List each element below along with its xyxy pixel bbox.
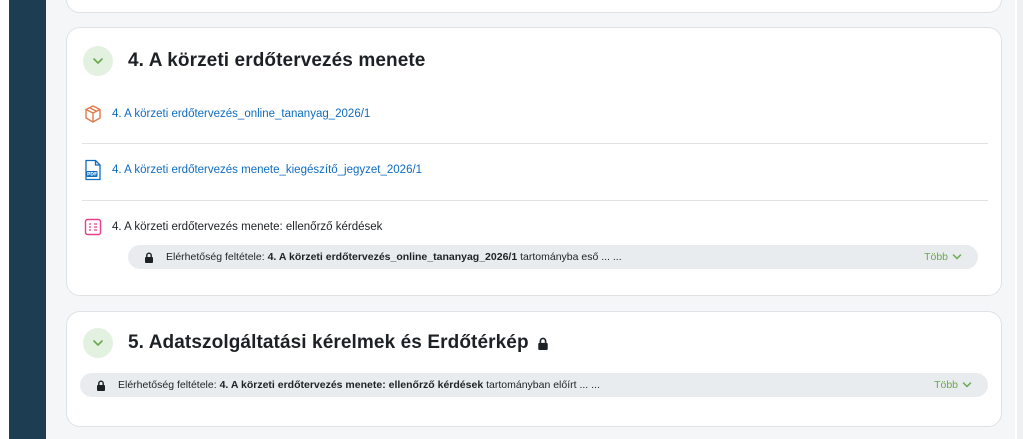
- activity-online-material[interactable]: 4. A körzeti erdőtervezés_online_tananya…: [82, 103, 988, 125]
- section-4-collapse-toggle[interactable]: [83, 46, 113, 76]
- pdf-icon: PDF: [82, 159, 104, 181]
- section-4-title: 4. A körzeti erdőtervezés menete: [128, 50, 426, 71]
- restriction-activity: 4. A körzeti erdőtervezés_online_tananya…: [267, 251, 518, 263]
- activity-quiz: 4. A körzeti erdőtervezés menete: ellenő…: [82, 216, 988, 238]
- more-label[interactable]: Több: [934, 379, 958, 391]
- chevron-down-icon: [93, 340, 103, 346]
- restriction-prefix: Elérhetőség feltétele:: [118, 379, 217, 391]
- restriction-info: Elérhetőség feltétele: 4. A körzeti erdő…: [80, 373, 988, 397]
- activity-link[interactable]: 4. A körzeti erdőtervezés_online_tananya…: [112, 108, 370, 120]
- left-drawer-edge: [0, 0, 46, 439]
- restriction-prefix: Elérhetőség feltétele:: [166, 251, 265, 263]
- activity-link[interactable]: 4. A körzeti erdőtervezés menete_kiegész…: [112, 164, 422, 176]
- restriction-activity: 4. A körzeti erdőtervezés menete: ellenő…: [219, 379, 484, 391]
- chevron-down-icon: [952, 254, 962, 260]
- chevron-down-icon: [962, 382, 972, 388]
- divider: [82, 200, 988, 201]
- divider: [82, 143, 988, 144]
- previous-section-card: [66, 0, 1002, 13]
- section-5-card: 5. Adatszolgáltatási kérelmek és Erdőtér…: [66, 311, 1002, 427]
- section-5-title: 5. Adatszolgáltatási kérelmek és Erdőtér…: [128, 332, 529, 353]
- more-button[interactable]: Több: [924, 251, 962, 263]
- activity-pdf-notes[interactable]: PDF 4. A körzeti erdőtervezés menete_kie…: [82, 159, 988, 181]
- section-5-collapse-toggle[interactable]: [83, 328, 113, 358]
- restriction-suffix: tartományba eső ... ...: [520, 251, 622, 263]
- scrollbar[interactable]: [1015, 0, 1025, 439]
- more-label[interactable]: Több: [924, 251, 948, 263]
- lock-icon: [144, 252, 154, 263]
- svg-text:PDF: PDF: [87, 172, 97, 178]
- section-4-header: 4. A körzeti erdőtervezés menete: [83, 46, 425, 76]
- scrollbar-track[interactable]: [1017, 0, 1023, 439]
- more-button[interactable]: Több: [934, 379, 972, 391]
- course-index-panel: [9, 0, 46, 439]
- section-4-card: 4. A körzeti erdőtervezés menete 4. A kö…: [66, 27, 1002, 296]
- section-5-header: 5. Adatszolgáltatási kérelmek és Erdőtér…: [83, 328, 549, 358]
- activity-title: 4. A körzeti erdőtervezés menete: ellenő…: [112, 221, 383, 233]
- quiz-icon: [82, 216, 104, 238]
- package-icon: [82, 103, 104, 125]
- chevron-down-icon: [93, 58, 103, 64]
- lock-icon: [537, 337, 549, 350]
- lock-icon: [96, 380, 106, 391]
- restriction-suffix: tartományban előírt ... ...: [486, 379, 600, 391]
- restriction-info: Elérhetőség feltétele: 4. A körzeti erdő…: [128, 245, 978, 269]
